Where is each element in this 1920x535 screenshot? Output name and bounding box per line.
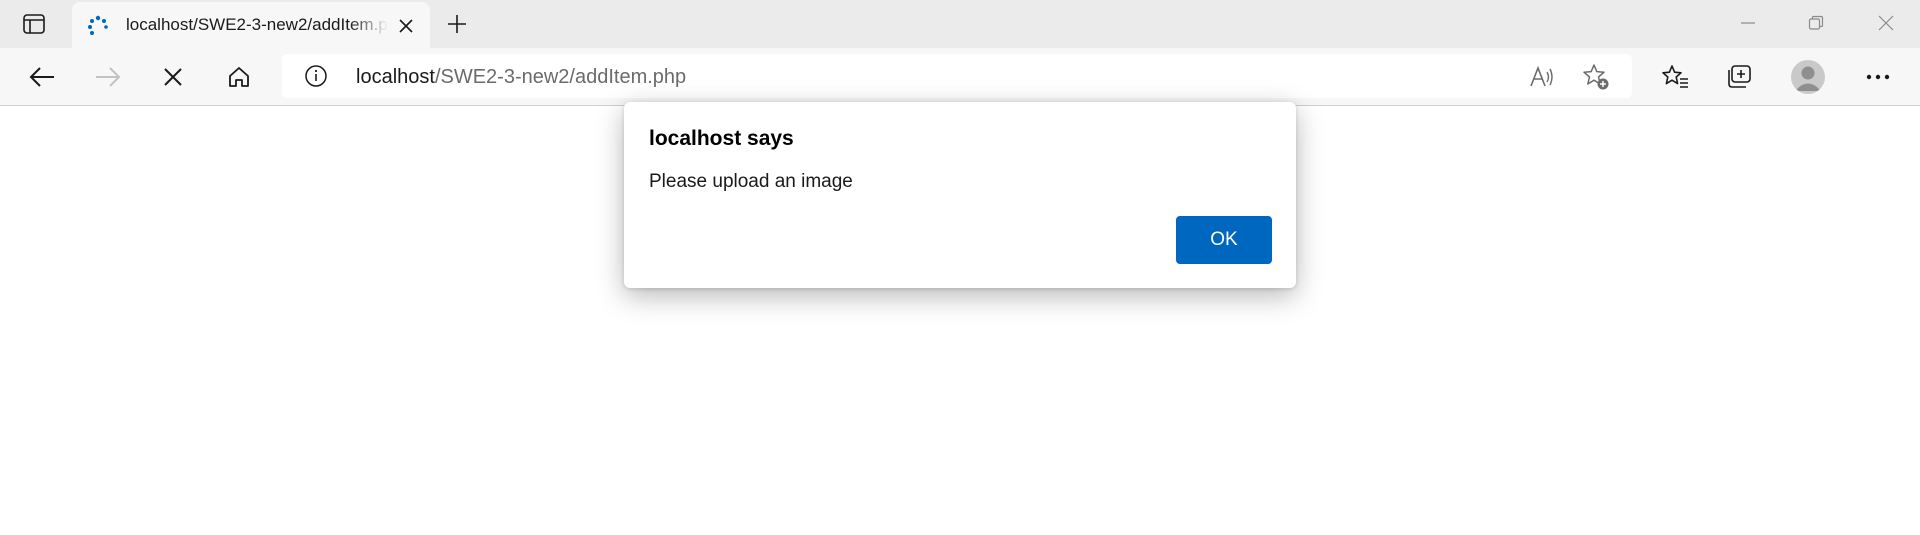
read-aloud-button[interactable]	[1528, 63, 1556, 91]
restore-button[interactable]	[1788, 0, 1844, 46]
new-tab-button[interactable]	[440, 8, 474, 40]
favorites-button[interactable]	[1657, 59, 1693, 95]
tab-title: localhost/SWE2-3-new2/addItem.php	[126, 15, 388, 34]
info-icon	[305, 65, 327, 87]
dialog-message: Please upload an image	[649, 171, 853, 192]
ok-button[interactable]: OK	[1176, 216, 1272, 264]
collections-icon	[1728, 65, 1751, 88]
window-close-icon	[1878, 15, 1894, 31]
alert-dialog: localhost says Please upload an image OK	[624, 102, 1296, 288]
profile-button[interactable]	[1791, 60, 1825, 94]
plus-icon	[448, 15, 466, 33]
dialog-title: localhost says	[649, 127, 794, 150]
title-bar: localhost/SWE2-3-new2/addItem.php	[0, 0, 1920, 48]
back-arrow-icon	[29, 67, 54, 87]
tab-close-button[interactable]	[395, 15, 417, 37]
tab-actions-button[interactable]	[18, 10, 50, 38]
window-close-button[interactable]	[1858, 0, 1914, 46]
read-aloud-icon	[1530, 65, 1553, 87]
home-icon	[229, 67, 249, 87]
url-text[interactable]: localhost/SWE2-3-new2/addItem.php	[356, 65, 686, 89]
minimize-button[interactable]	[1720, 0, 1776, 46]
site-info-button[interactable]	[304, 64, 328, 88]
forward-arrow-icon	[96, 67, 121, 87]
loading-spinner-icon	[88, 15, 108, 35]
more-icon	[1866, 74, 1890, 80]
active-tab[interactable]: localhost/SWE2-3-new2/addItem.php	[72, 2, 430, 48]
home-button[interactable]	[221, 59, 257, 95]
stop-button[interactable]	[155, 59, 191, 95]
stop-icon	[164, 68, 182, 86]
address-bar[interactable]: localhost/SWE2-3-new2/addItem.php	[282, 54, 1632, 98]
url-path: /SWE2-3-new2/addItem.php	[434, 66, 687, 88]
restore-icon	[1808, 15, 1824, 30]
collections-button[interactable]	[1722, 59, 1758, 95]
more-button[interactable]	[1860, 59, 1896, 95]
back-button[interactable]	[24, 59, 60, 95]
navigation-bar: localhost/SWE2-3-new2/addItem.php	[0, 48, 1920, 106]
minimize-icon	[1741, 22, 1755, 24]
forward-button[interactable]	[90, 59, 126, 95]
add-favorite-button[interactable]	[1582, 63, 1610, 91]
close-icon	[399, 19, 413, 33]
favorites-icon	[1662, 65, 1688, 88]
profile-icon	[1795, 66, 1821, 91]
add-favorite-icon	[1583, 64, 1609, 90]
url-host: localhost	[356, 66, 435, 88]
tab-actions-icon	[23, 14, 45, 34]
